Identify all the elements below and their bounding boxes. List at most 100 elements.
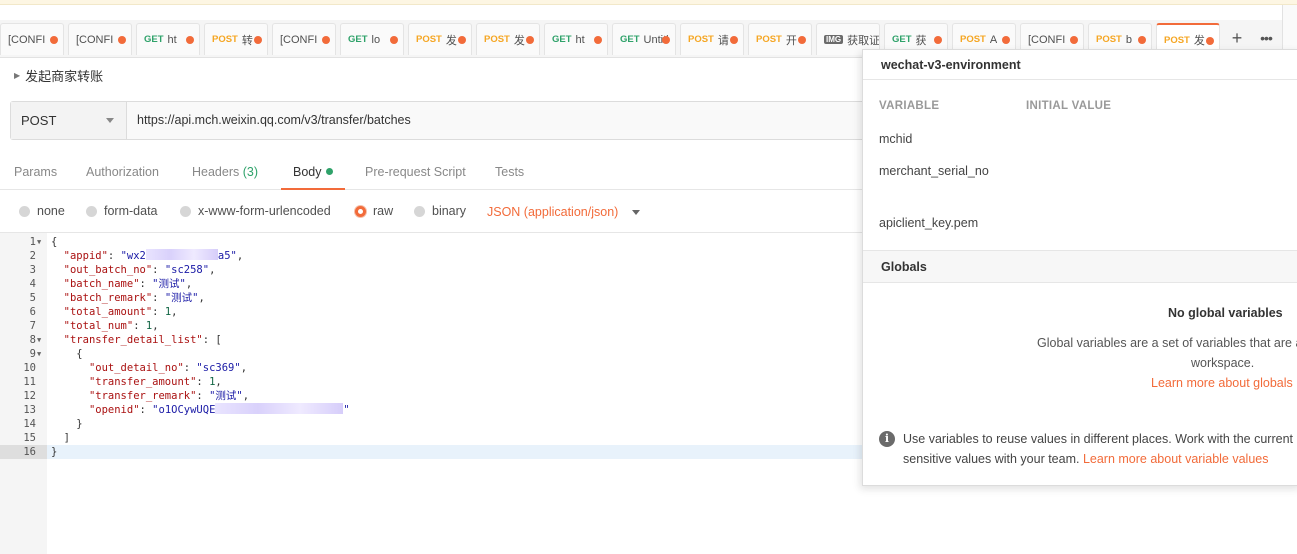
- line-number: 12: [23, 390, 36, 402]
- json-number: 1: [145, 320, 153, 332]
- tab-headers[interactable]: Headers (3): [192, 165, 258, 190]
- globals-header: Globals: [863, 250, 1297, 283]
- radio-none-label: none: [37, 204, 65, 218]
- request-tab[interactable]: [CONFI: [0, 23, 64, 55]
- caret-right-icon[interactable]: ▶: [14, 71, 20, 80]
- tab-params[interactable]: Params: [14, 165, 57, 190]
- request-name-label: 发起商家转账: [25, 69, 104, 84]
- add-tab-button[interactable]: +: [1226, 27, 1248, 51]
- tab-authorization[interactable]: Authorization: [86, 165, 159, 190]
- json-number: 1: [164, 306, 172, 318]
- request-tab[interactable]: POST 转: [204, 23, 268, 55]
- more-tabs-button[interactable]: •••: [1255, 27, 1277, 51]
- json-string: "wx2: [120, 250, 146, 262]
- tab-method-badge: GET: [620, 34, 640, 45]
- unsaved-dot-icon: [322, 36, 330, 44]
- body-type-radios: none form-data x-www-form-urlencoded raw…: [0, 200, 862, 226]
- code-text: }: [76, 418, 83, 430]
- tab-method-badge: GET: [144, 34, 164, 45]
- code-line: 10 "out_detail_no": "sc369",: [0, 361, 862, 375]
- radio-form-data-label: form-data: [104, 204, 158, 218]
- json-key: "transfer_amount": [88, 376, 197, 388]
- unsaved-dot-icon: [118, 36, 126, 44]
- radio-binary[interactable]: binary: [414, 204, 466, 218]
- json-string: ": [343, 404, 350, 416]
- url-input[interactable]: https://api.mch.weixin.qq.com/v3/transfe…: [127, 102, 869, 139]
- chevron-down-icon: [106, 118, 114, 123]
- json-string: "测试": [209, 390, 243, 402]
- unsaved-dot-icon: [594, 36, 602, 44]
- request-tab[interactable]: POST 请: [680, 23, 744, 55]
- request-tab[interactable]: GET Untitl: [612, 23, 676, 55]
- request-tab[interactable]: [CONFI: [272, 23, 336, 55]
- tab-label: 获: [915, 34, 927, 47]
- radio-form-data[interactable]: form-data: [86, 204, 158, 218]
- learn-more-globals-link[interactable]: Learn more about globals: [1151, 376, 1293, 390]
- request-tab[interactable]: GET lo: [340, 23, 404, 55]
- json-string: "sc369": [196, 362, 241, 374]
- tab-tests[interactable]: Tests: [495, 165, 524, 190]
- radio-none[interactable]: none: [19, 204, 65, 218]
- env-variable-name: mchid: [879, 132, 913, 146]
- content-type-value: JSON (application/json): [487, 205, 619, 219]
- tab-label: lo: [371, 33, 381, 46]
- environment-name[interactable]: wechat-v3-environment: [881, 58, 1021, 72]
- unsaved-dot-icon: [526, 36, 534, 44]
- unsaved-dot-icon: [186, 36, 194, 44]
- request-name[interactable]: ▶ 发起商家转账: [14, 66, 103, 85]
- globals-description-2: workspace.: [1191, 356, 1255, 370]
- tab-body-label: Body: [293, 165, 322, 179]
- code-editor[interactable]: 1 ▼{ 2 "appid": "wx2 a5", 3 "out_batch_no"…: [0, 232, 862, 554]
- fold-arrow-icon[interactable]: ▼: [37, 347, 41, 361]
- method-select[interactable]: POST: [11, 102, 127, 139]
- unsaved-dot-icon: [934, 36, 942, 44]
- tab-label: 发: [1193, 35, 1205, 47]
- tab-method-badge: POST: [756, 34, 782, 45]
- unsaved-dot-icon: [1002, 36, 1010, 44]
- fold-arrow-icon[interactable]: ▼: [37, 333, 41, 347]
- request-tab[interactable]: POST 开: [748, 23, 812, 55]
- json-number: 1: [209, 376, 216, 388]
- json-key: "batch_remark": [63, 292, 153, 304]
- code-line-current: 16}: [0, 445, 862, 459]
- code-line: 11 "transfer_amount": 1,: [0, 375, 862, 389]
- radio-circle: [19, 205, 30, 217]
- tab-label: [CONFI: [1028, 33, 1066, 46]
- code-line: 12 "transfer_remark": "测试",: [0, 389, 862, 403]
- json-string: "sc258": [164, 264, 210, 276]
- radio-raw[interactable]: raw: [355, 204, 393, 218]
- tab-method-badge: POST: [1096, 34, 1122, 45]
- line-number: 15: [23, 432, 36, 444]
- json-key: "out_batch_no": [63, 264, 153, 276]
- request-tab[interactable]: GET ht: [136, 23, 200, 55]
- tab-body[interactable]: Body: [281, 165, 345, 190]
- content-type-select[interactable]: JSON (application/json): [487, 205, 641, 219]
- request-tab[interactable]: POST 发: [408, 23, 472, 55]
- radio-urlencoded[interactable]: x-www-form-urlencoded: [180, 204, 331, 218]
- unsaved-dot-icon: [50, 36, 58, 44]
- redacted-value: [215, 403, 344, 414]
- request-tab[interactable]: POST 发: [476, 23, 540, 55]
- json-key: "openid": [88, 404, 140, 416]
- code-line: 9 ▼ {: [0, 347, 862, 361]
- json-key: "batch_name": [63, 278, 140, 290]
- tab-label: 获取证: [847, 34, 879, 47]
- tab-prerequest-script[interactable]: Pre-request Script: [365, 165, 466, 190]
- json-key: "appid": [63, 250, 108, 262]
- json-key: "transfer_remark": [88, 390, 197, 402]
- radio-circle: [414, 205, 425, 217]
- request-tab[interactable]: GET ht: [544, 23, 608, 55]
- tab-label: [CONFI: [280, 33, 318, 46]
- fold-arrow-icon[interactable]: ▼: [37, 235, 41, 249]
- learn-more-variables-link[interactable]: Learn more about variable values: [1083, 452, 1269, 466]
- request-tab[interactable]: [CONFI: [68, 23, 132, 55]
- variables-tip-text: sensitive values with your team.: [903, 452, 1080, 466]
- unsaved-dot-icon: [390, 36, 398, 44]
- chevron-down-icon: [632, 209, 641, 215]
- code-text: [: [215, 334, 222, 346]
- tab-method-badge: POST: [484, 34, 510, 45]
- code-text: }: [51, 446, 58, 458]
- env-variable-name: merchant_serial_no: [879, 164, 989, 178]
- json-string: "o1OCywUQE: [152, 404, 216, 416]
- column-variable: VARIABLE: [879, 100, 940, 112]
